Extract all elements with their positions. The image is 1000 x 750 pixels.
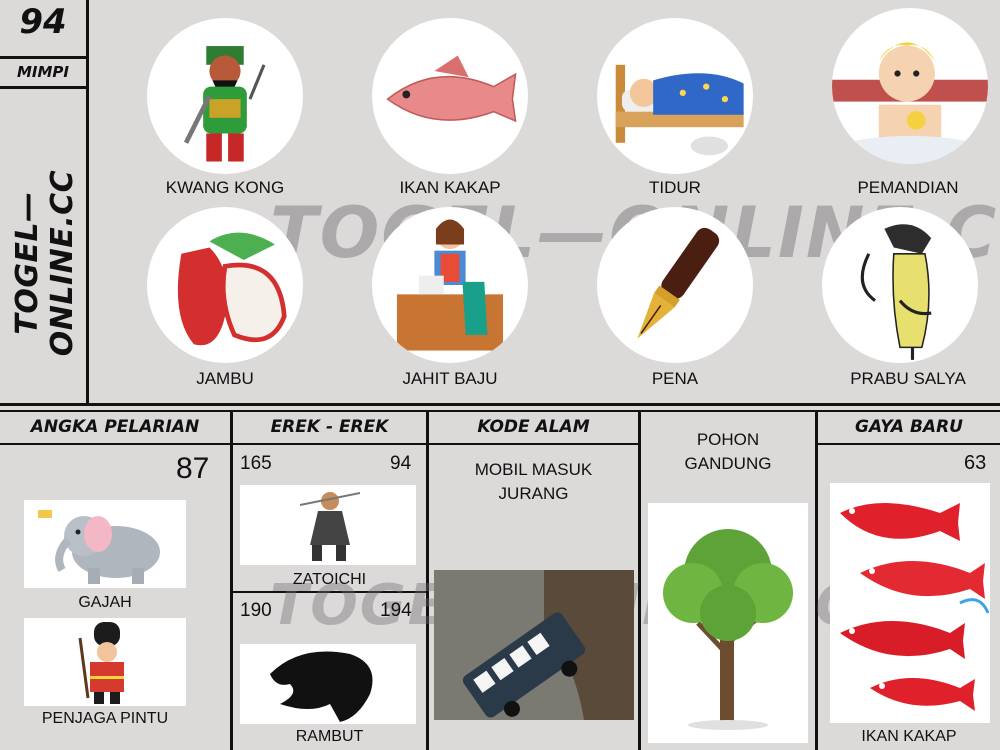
category-label: MIMPI [16, 63, 69, 81]
tailor-icon [396, 219, 504, 351]
kode-alam-line2: JURANG [498, 484, 569, 503]
image-gajah [24, 500, 186, 588]
angka-pelarian-number: 87 [176, 452, 210, 485]
dream-label: IKAN KAKAP [399, 178, 501, 197]
rose-apple-icon [177, 232, 287, 346]
image-ikan-kakap-merah [830, 483, 990, 723]
dream-image-prabu-salya [822, 207, 978, 363]
erek-number-right: 94 [390, 453, 412, 474]
header-gaya-baru: GAYA BARU [855, 417, 963, 437]
border-mimpi-bottom [0, 86, 88, 89]
image-zatoichi [240, 485, 416, 565]
dream-label: KWANG KONG [165, 178, 285, 197]
hair-silhouette-icon [270, 651, 373, 722]
border-top-section [0, 403, 1000, 406]
image-mobil-masuk-jurang [434, 570, 634, 720]
label-zatoichi: ZATOICHI [292, 571, 367, 588]
image-penjaga-pintu [24, 618, 186, 706]
dream-image-tidur [597, 18, 753, 174]
dream-label: JAMBU [196, 369, 254, 388]
gaya-baru-number: 63 [964, 452, 987, 474]
erek-number-left: 190 [240, 600, 272, 621]
bathing-boy-icon [832, 42, 988, 164]
dream-label: JAHIT BAJU [402, 369, 498, 388]
image-rambut [240, 644, 416, 724]
dream-image-jambu [147, 207, 303, 363]
fountain-pen-icon [637, 227, 720, 339]
erek-number-right: 194 [380, 600, 412, 621]
red-fish-icon [840, 503, 990, 711]
elephant-icon [38, 510, 160, 584]
image-pohon [648, 503, 808, 743]
pohon-line2: GANDUNG [684, 454, 772, 473]
dream-label: PENA [651, 369, 699, 388]
dream-image-jahit-baju [372, 207, 528, 363]
dream-label: PEMANDIAN [857, 178, 959, 197]
wayang-puppet-icon [860, 224, 932, 360]
header-erek-erek: EREK - EREK [270, 417, 389, 437]
border-header-row-right [816, 443, 1000, 445]
tree-icon [663, 529, 793, 730]
label-ikan-kakap: IKAN KAKAP [861, 728, 957, 745]
dream-image-ikan-kakap [372, 18, 528, 174]
guard-icon [78, 622, 124, 704]
pohon-line1: POHON [696, 430, 760, 449]
number-box: 94 [0, 0, 88, 58]
dream-number: 94 [19, 2, 67, 42]
label-rambut: RAMBUT [295, 728, 364, 745]
dream-image-pemandian [832, 8, 988, 164]
label-gajah: GAJAH [78, 594, 132, 611]
header-angka-pelarian: ANGKA PELARIAN [30, 417, 200, 437]
dream-label: PRABU SALYA [850, 369, 966, 388]
dream-image-kwang-kong [147, 18, 303, 174]
site-name-vertical: TOGEL—ONLINE.CC [10, 169, 80, 357]
header-kode-alam: KODE ALAM [477, 417, 590, 437]
sleeping-boy-icon [615, 64, 744, 156]
kode-alam-line1: MOBIL MASUK [474, 460, 593, 479]
border-left-col [86, 0, 89, 405]
falling-bus-icon [462, 570, 634, 720]
dream-label: TIDUR [649, 178, 701, 197]
label-penjaga-pintu: PENJAGA PINTU [41, 710, 169, 727]
erek-number-left: 165 [240, 453, 272, 474]
warrior-icon [183, 46, 266, 162]
swordsman-icon [299, 492, 361, 561]
fish-icon [386, 55, 517, 123]
dream-image-pena [597, 207, 753, 363]
border-header-row [0, 443, 640, 445]
